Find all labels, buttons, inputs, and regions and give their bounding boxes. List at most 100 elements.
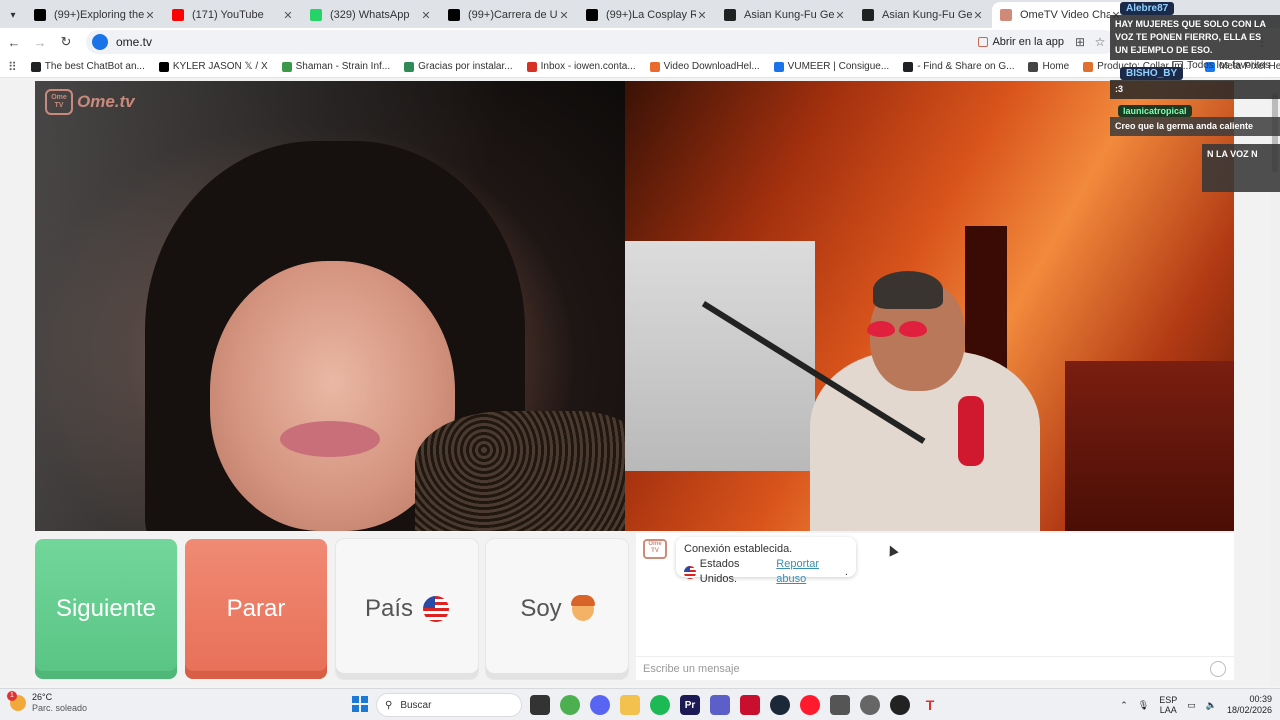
clock-date: 18/02/2026 [1226,705,1272,715]
bookmark-favicon-icon [1028,61,1039,72]
taskbar-search[interactable]: ⚲ Buscar [376,693,522,717]
tab-close-icon[interactable]: ✕ [972,9,984,22]
tab-close-icon[interactable]: ✕ [696,9,708,22]
chrome-icon[interactable] [560,695,580,715]
bookmark-label: VUMEER | Consigue... [787,61,890,72]
typora-icon[interactable]: T [920,695,940,715]
premiere-icon[interactable]: Pr [680,695,700,715]
bookmark-item[interactable]: Video DownloadHel... [649,61,760,72]
tray-chevron-up-icon[interactable]: ⌃ [1120,700,1128,711]
tiktok-icon [34,9,46,21]
bookmark-item[interactable]: - Find & Share on G... [903,61,1014,72]
calculator-icon[interactable] [830,695,850,715]
opera-icon[interactable] [800,695,820,715]
message-placeholder: Escribe un mensaje [643,662,740,675]
browser-tab[interactable]: (99+)La Cosplay Racing 2✕ [578,2,716,28]
bookmark-item[interactable]: Home [1028,61,1069,72]
open-in-app-button[interactable]: Abrir en la app [972,34,1070,50]
tab-close-icon[interactable]: ✕ [834,9,846,22]
reload-icon[interactable]: ↻ [54,30,78,54]
task-view-icon[interactable] [530,695,550,715]
obs-icon[interactable] [890,695,910,715]
bookmark-label: Shaman - Strain Inf... [295,61,391,72]
apps-grid-icon[interactable]: ⠿ [8,60,17,74]
tabs-list: (99+)Exploring the Fascin✕(171) YouTube✕… [26,2,1130,28]
mcafee-icon[interactable] [740,695,760,715]
open-app-icon [978,37,989,47]
taskbar-apps: Pr T [530,695,940,715]
chat-user-name: launicatropical [1118,105,1192,117]
tab-close-icon[interactable]: ✕ [144,9,156,22]
browser-tab[interactable]: (99+)Exploring the Fascin✕ [26,2,164,28]
settings-gear-icon[interactable] [860,695,880,715]
bookmarks-list: The best ChatBot an... KYLER JASON 𝕏 / X S… [17,61,1280,72]
country-button[interactable]: País [336,539,478,679]
us-flag-small-icon [684,565,696,579]
tiktok-icon [448,9,460,21]
bookmark-item[interactable]: Gracias por instalar... [404,61,513,72]
microphone-icon[interactable]: 🎙 [1138,700,1149,711]
weather-widget[interactable]: 1 26°C Parc. soleado [7,690,87,713]
country-button-label: País [364,595,414,622]
bookmark-favicon-icon [404,61,415,72]
browser-tab[interactable]: Asian Kung-Fu Generatio✕ [854,2,992,28]
ometv-logo-icon: Ome TV [45,89,73,115]
network-icon[interactable]: ▭ [1187,700,1196,711]
bookmark-favicon-icon [281,61,292,72]
browser-tab[interactable]: (99+)Carrera de Uma Mu✕ [440,2,578,28]
tab-close-icon[interactable]: ✕ [558,9,570,22]
message-input[interactable]: Escribe un mensaje [636,656,1234,680]
steam-icon[interactable] [770,695,790,715]
browser-tab[interactable]: (329) WhatsApp ✕ [302,2,440,28]
tab-search-chevron-icon[interactable]: ▾ [0,2,26,28]
chatgpt-icon [724,9,736,21]
chat-message: HAY MUJERES QUE SOLO CON LA VOZ TE PONEN… [1110,15,1280,60]
tab-label: (99+)La Cosplay Racing 2 [606,9,696,21]
boy-face-icon [570,595,595,621]
next-button[interactable]: Siguiente [35,539,177,679]
partner-country: Estados Unidos. [699,558,740,585]
open-app-label: Abrir en la app [992,36,1064,48]
spotify-icon[interactable] [650,695,670,715]
file-explorer-icon[interactable] [620,695,640,715]
site-info-icon[interactable] [92,34,108,50]
tab-close-icon[interactable]: ✕ [420,9,432,22]
bookmark-label: Gracias por instalar... [418,61,513,72]
windows-taskbar: 1 26°C Parc. soleado ⚲ Buscar Pr T ⌃ 🎙 E… [0,688,1280,720]
browser-tab[interactable]: (171) YouTube ✕ [164,2,302,28]
teams-icon[interactable] [710,695,730,715]
translate-icon[interactable]: ⊞ [1070,32,1090,52]
bookmark-item[interactable]: KYLER JASON 𝕏 / X [158,61,268,72]
emoji-icon[interactable] [1210,661,1226,677]
bookmark-item[interactable]: VUMEER | Consigue... [773,61,890,72]
bookmark-favicon-icon [1083,61,1094,72]
back-arrow-icon[interactable]: ← [2,30,26,54]
volume-icon[interactable]: 🔈 [1206,700,1217,711]
gender-button-label: Soy [520,595,562,622]
gender-button[interactable]: Soy [486,539,628,679]
discord-icon[interactable] [590,695,610,715]
temperature: 26°C [32,692,53,702]
bookmark-favicon-icon [30,61,41,72]
chat-message-partial: N LA VOZ N [1202,144,1280,192]
clock-time: 00:39 [1249,694,1272,704]
tab-close-icon[interactable]: ✕ [282,9,294,22]
partner-video: Ome TV Ome.tv [35,81,625,531]
sun-icon: 1 [7,690,26,711]
report-abuse-link[interactable]: Reportar abuso [776,557,845,587]
bookmark-item[interactable]: Inbox - iowen.conta... [526,61,636,72]
bookmark-item[interactable]: Shaman - Strain Inf... [281,61,391,72]
ometv-page: Ome TV Ome.tv Siguiente Parar País Soy O… [0,79,1280,686]
url-text[interactable]: ome.tv [116,35,972,49]
bookmark-item[interactable]: The best ChatBot an... [30,61,145,72]
report-suffix: . [844,565,848,578]
browser-tab[interactable]: Asian Kung-Fu Generatio✕ [716,2,854,28]
input-language[interactable]: ESP LAA [1159,695,1177,715]
windows-start-icon[interactable] [352,696,368,712]
chat-user-name: BISHO_BY [1120,67,1184,80]
clock[interactable]: 00:39 18/02/2026 [1227,694,1272,716]
address-bar[interactable]: ome.tv Abrir en la app ⊞ ☆ [86,30,1116,54]
stop-button[interactable]: Parar [185,539,327,679]
bookmark-star-icon[interactable]: ☆ [1090,32,1110,52]
forward-arrow-icon[interactable]: → [28,30,52,54]
